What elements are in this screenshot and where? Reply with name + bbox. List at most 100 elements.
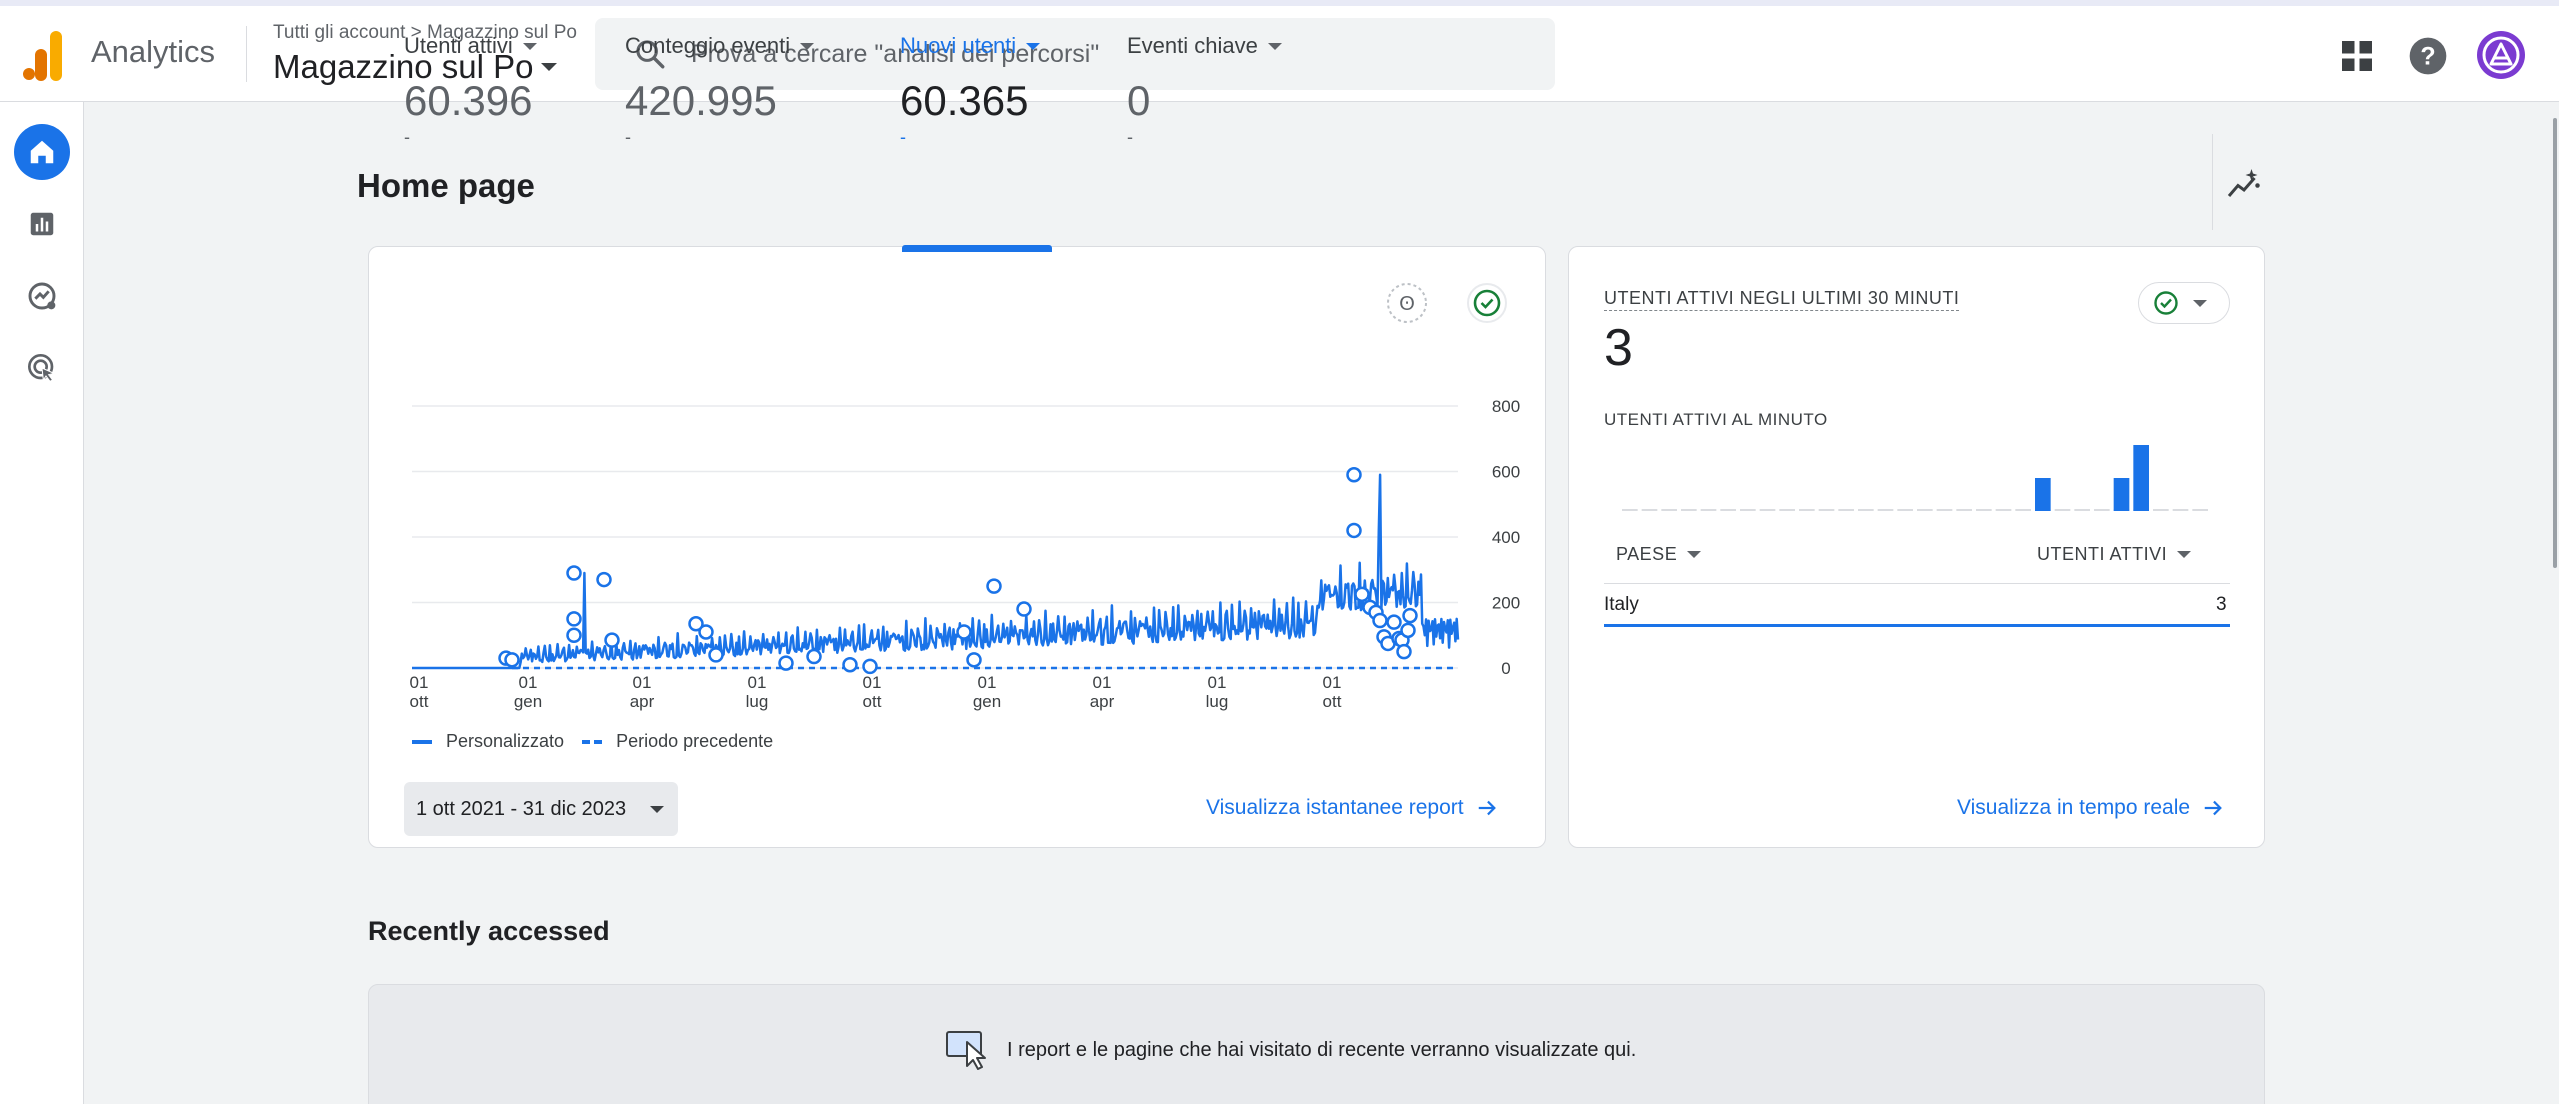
header-divider: [246, 26, 247, 82]
anomaly-marker: [1354, 586, 1370, 603]
x-tick-day: 01: [1323, 673, 1342, 692]
x-tick-month: apr: [1090, 692, 1115, 711]
advertising-icon: [28, 354, 56, 383]
page-title: Home page: [357, 167, 535, 204]
anomaly-marker: [1396, 643, 1412, 660]
x-tick-day: 01: [748, 673, 767, 692]
chevron-down-icon: [1687, 551, 1702, 558]
chevron-down-icon: [2193, 299, 2207, 307]
nav-home[interactable]: [14, 124, 70, 180]
col-users-label: UTENTI ATTIVI: [2037, 544, 2168, 564]
active-metric-indicator: [902, 245, 1052, 252]
per-minute-bar-chart: [1622, 445, 2208, 511]
page-scrollbar[interactable]: [2553, 118, 2557, 568]
chevron-down-icon: [650, 805, 665, 813]
metric-new-users[interactable]: Nuovi utenti 60.365 -: [900, 33, 1041, 148]
chevron-down-icon: [522, 42, 537, 50]
metric-delta: -: [1127, 127, 1133, 147]
reports-icon: [30, 212, 54, 236]
recent-empty-message: I report e le pagine che hai visitato di…: [1007, 1038, 1637, 1061]
insights-icon[interactable]: [2226, 166, 2262, 202]
y-tick-label: 200: [1492, 594, 1520, 613]
x-tick-day: 01: [1208, 673, 1227, 692]
col-country-label: PAESE: [1616, 544, 1678, 564]
analytics-logo-icon[interactable]: [22, 31, 64, 81]
metric-label: Conteggio eventi: [625, 33, 791, 58]
metric-key-events[interactable]: Eventi chiave 0 -: [1127, 33, 1282, 148]
anomaly-marker: [1016, 601, 1032, 617]
anomaly-marker: [1372, 612, 1388, 629]
apps-grid-icon[interactable]: [2337, 36, 2377, 76]
y-tick-label: 0: [1501, 659, 1510, 678]
anomaly-marker: [862, 658, 878, 675]
x-tick-month: apr: [630, 692, 655, 711]
metric-value: 0: [1127, 77, 1151, 124]
col-country-header[interactable]: PAESE: [1616, 544, 1702, 565]
date-range-label: 1 ott 2021 - 31 dic 2023: [416, 797, 627, 820]
anomaly-marker: [1400, 622, 1416, 639]
anomaly-marker: [708, 647, 724, 663]
anomaly-detection-button[interactable]: ʘ: [1386, 282, 1428, 324]
cursor-click-icon: [946, 1031, 986, 1070]
anomaly-icon: ʘ: [1387, 283, 1427, 323]
explore-icon: [28, 282, 56, 310]
metric-value: 420.995: [625, 77, 777, 124]
metric-value: 60.396: [404, 77, 533, 124]
date-range-selector[interactable]: 1 ott 2021 - 31 dic 2023: [404, 782, 678, 836]
x-tick-day: 01: [1093, 673, 1112, 692]
anomaly-marker: [596, 571, 612, 588]
y-tick-label: 400: [1492, 528, 1520, 547]
metric-label: Utenti attivi: [404, 33, 513, 58]
realtime-status-dropdown[interactable]: [2138, 282, 2230, 324]
new-users-line-chart: 800600400200001ott01gen01apr01lug01ott01…: [410, 398, 1521, 711]
metric-delta: -: [900, 127, 906, 147]
svg-text:ʘ: ʘ: [1399, 293, 1415, 315]
recent-empty-state: I report e le pagine che hai visitato di…: [945, 1030, 1636, 1070]
chevron-down-icon: [1026, 42, 1041, 50]
legend-current: Personalizzato: [446, 731, 565, 751]
anomaly-marker: [986, 578, 1002, 594]
arrow-right-icon: [1478, 800, 1496, 816]
x-tick-month: gen: [514, 692, 542, 711]
x-tick-month: lug: [746, 692, 769, 711]
anomaly-marker: [1402, 607, 1418, 624]
realtime-value: 3: [1604, 319, 1633, 377]
chevron-down-icon: [1267, 42, 1282, 50]
chevron-down-icon: [800, 42, 815, 50]
account-avatar[interactable]: [2477, 31, 2525, 79]
row-country[interactable]: Italy: [1604, 594, 1639, 616]
legend-previous: Periodo precedente: [616, 731, 774, 751]
view-realtime-link[interactable]: Visualizza in tempo reale: [1957, 796, 2224, 820]
view-report-snapshot-link[interactable]: Visualizza istantanee report: [1206, 796, 1498, 820]
anomaly-marker: [806, 648, 822, 665]
metric-active-users[interactable]: Utenti attivi 60.396 -: [404, 33, 537, 148]
y-tick-label: 800: [1492, 398, 1520, 416]
metric-delta: -: [404, 127, 410, 147]
chart-legend: Personalizzato Periodo precedente: [412, 731, 773, 752]
anomaly-marker: [1346, 467, 1362, 483]
help-icon[interactable]: ?: [2408, 36, 2448, 76]
nav-advertising[interactable]: [14, 340, 70, 396]
x-tick-month: ott: [1323, 692, 1342, 711]
app-name: Analytics: [91, 34, 216, 69]
row-share-bar: [1604, 624, 2230, 627]
metric-event-count[interactable]: Conteggio eventi 420.995 -: [625, 33, 815, 148]
nav-explore[interactable]: [14, 268, 70, 324]
realtime-title: UTENTI ATTIVI NEGLI ULTIMI 30 MINUTI: [1604, 288, 1960, 311]
x-tick-month: lug: [1206, 692, 1229, 711]
anomaly-marker: [566, 611, 582, 627]
legend-solid-swatch: [412, 739, 432, 744]
anomaly-marker: [1386, 614, 1402, 630]
data-quality-button[interactable]: [1466, 282, 1508, 324]
home-icon: [30, 140, 54, 164]
x-tick-day: 01: [978, 673, 997, 692]
check-circle-icon: [2154, 291, 2178, 315]
row-users: 3: [2216, 594, 2227, 615]
link-label: Visualizza in tempo reale: [1957, 796, 2191, 819]
y-tick-label: 600: [1492, 463, 1520, 482]
metric-delta: -: [625, 127, 631, 147]
nav-reports[interactable]: [14, 196, 70, 252]
link-label: Visualizza istantanee report: [1206, 796, 1464, 819]
col-users-header[interactable]: UTENTI ATTIVI: [2037, 544, 2192, 565]
x-tick-day: 01: [410, 673, 429, 692]
